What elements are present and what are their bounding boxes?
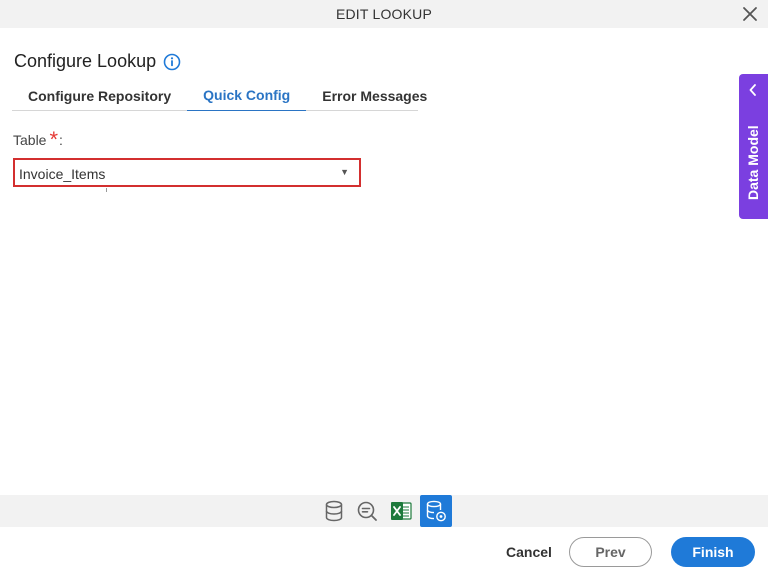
prev-button[interactable]: Prev	[569, 537, 652, 567]
close-icon[interactable]	[740, 4, 760, 24]
table-select[interactable]: Invoice_Items ▼	[13, 158, 361, 187]
cancel-button[interactable]: Cancel	[506, 544, 552, 560]
required-marker: *	[49, 127, 59, 152]
dropdown-arrow-icon: ▼	[340, 167, 349, 177]
finish-button[interactable]: Finish	[671, 537, 755, 567]
tab-quick-config[interactable]: Quick Config	[187, 80, 307, 111]
tab-bar: Configure Repository Quick Config Error …	[12, 80, 427, 111]
table-field-label: Table * :	[13, 127, 63, 152]
search-minus-icon[interactable]	[353, 497, 381, 525]
data-model-label: Data Model	[745, 125, 761, 200]
window-title: EDIT LOOKUP	[335, 6, 433, 22]
excel-icon[interactable]	[387, 497, 415, 525]
bottom-icon-toolbar	[0, 495, 768, 527]
resize-tick	[106, 188, 107, 192]
label-colon: :	[59, 132, 63, 148]
title-bar: EDIT LOOKUP	[0, 0, 768, 28]
info-icon[interactable]	[163, 53, 181, 71]
database-settings-icon[interactable]	[420, 495, 452, 527]
page-title: Configure Lookup	[14, 51, 157, 71]
data-model-panel-toggle[interactable]: Data Model	[739, 74, 768, 219]
table-select-value: Invoice_Items	[19, 166, 106, 182]
tab-error-messages[interactable]: Error Messages	[306, 80, 443, 111]
table-label-text: Table	[13, 132, 47, 148]
database-icon[interactable]	[320, 497, 348, 525]
page-heading: Configure Lookup	[14, 51, 181, 72]
tab-configure-repository[interactable]: Configure Repository	[12, 80, 187, 111]
chevron-left-icon	[749, 84, 756, 96]
